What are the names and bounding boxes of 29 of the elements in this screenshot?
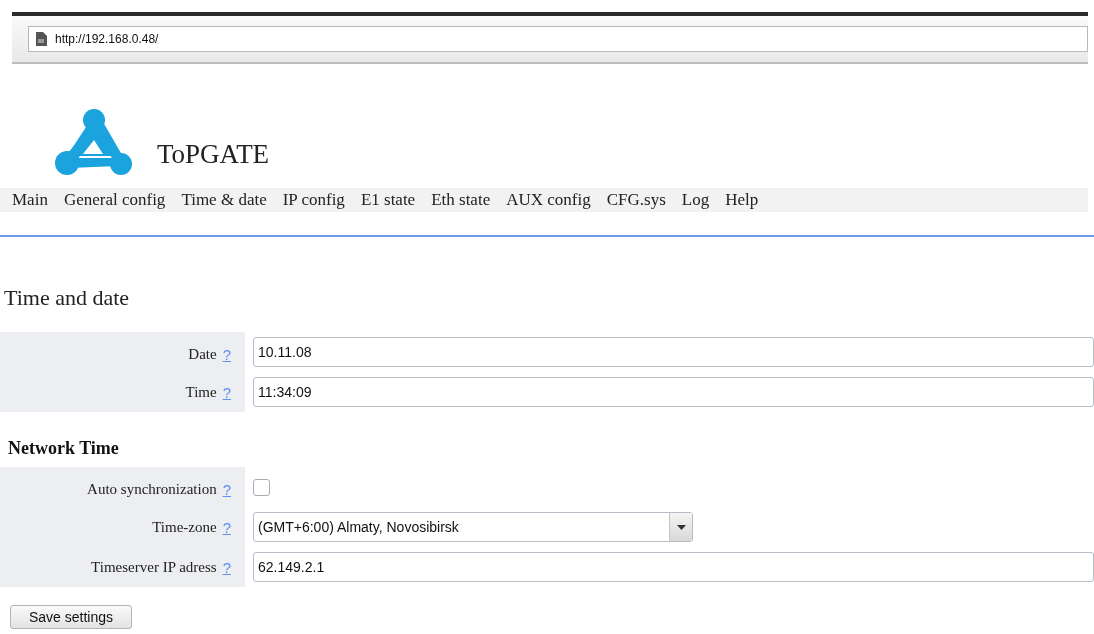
timezone-dropdown[interactable]: (GMT+6:00) Almaty, Novosibirsk: [253, 512, 693, 542]
text-field[interactable]: 11:34:09: [253, 377, 1094, 407]
menu-link[interactable]: Time & date: [181, 190, 267, 210]
section-heading: Network Time: [7, 437, 120, 460]
menu-link[interactable]: General config: [63, 190, 166, 210]
page-title: Time and date: [4, 285, 131, 311]
field-label: Time-zone: [152, 518, 217, 536]
menu-link[interactable]: Main: [12, 190, 48, 210]
text-field[interactable]: 62.149.2.1: [253, 552, 1094, 582]
menu-link[interactable]: Help: [725, 190, 759, 210]
menu-link[interactable]: Eth state: [431, 190, 491, 210]
field-label: Auto synchronization: [87, 480, 217, 498]
menu-link[interactable]: E1 state: [360, 190, 416, 210]
field-label: Timeserver IP adress: [91, 558, 217, 576]
caret-icon: [676, 524, 686, 530]
field-label: Date: [188, 345, 217, 363]
address-bar[interactable]: http://192.168.0.48/: [28, 26, 1088, 52]
menu-link[interactable]: CFG.sys: [606, 190, 666, 210]
menu-link[interactable]: Log: [681, 190, 710, 210]
brand-name: ToPGATE: [157, 139, 270, 170]
field-label: Time: [185, 383, 217, 401]
logo-icon: [55, 108, 133, 178]
text-field[interactable]: 10.11.08: [253, 337, 1094, 367]
menu-link[interactable]: IP config: [282, 190, 345, 210]
checkbox[interactable]: [253, 478, 270, 496]
save-button[interactable]: Save settings: [10, 605, 133, 629]
url-text: http://192.168.0.48/: [55, 32, 159, 46]
page-icon: [35, 32, 47, 46]
menu-link[interactable]: AUX config: [506, 190, 591, 210]
